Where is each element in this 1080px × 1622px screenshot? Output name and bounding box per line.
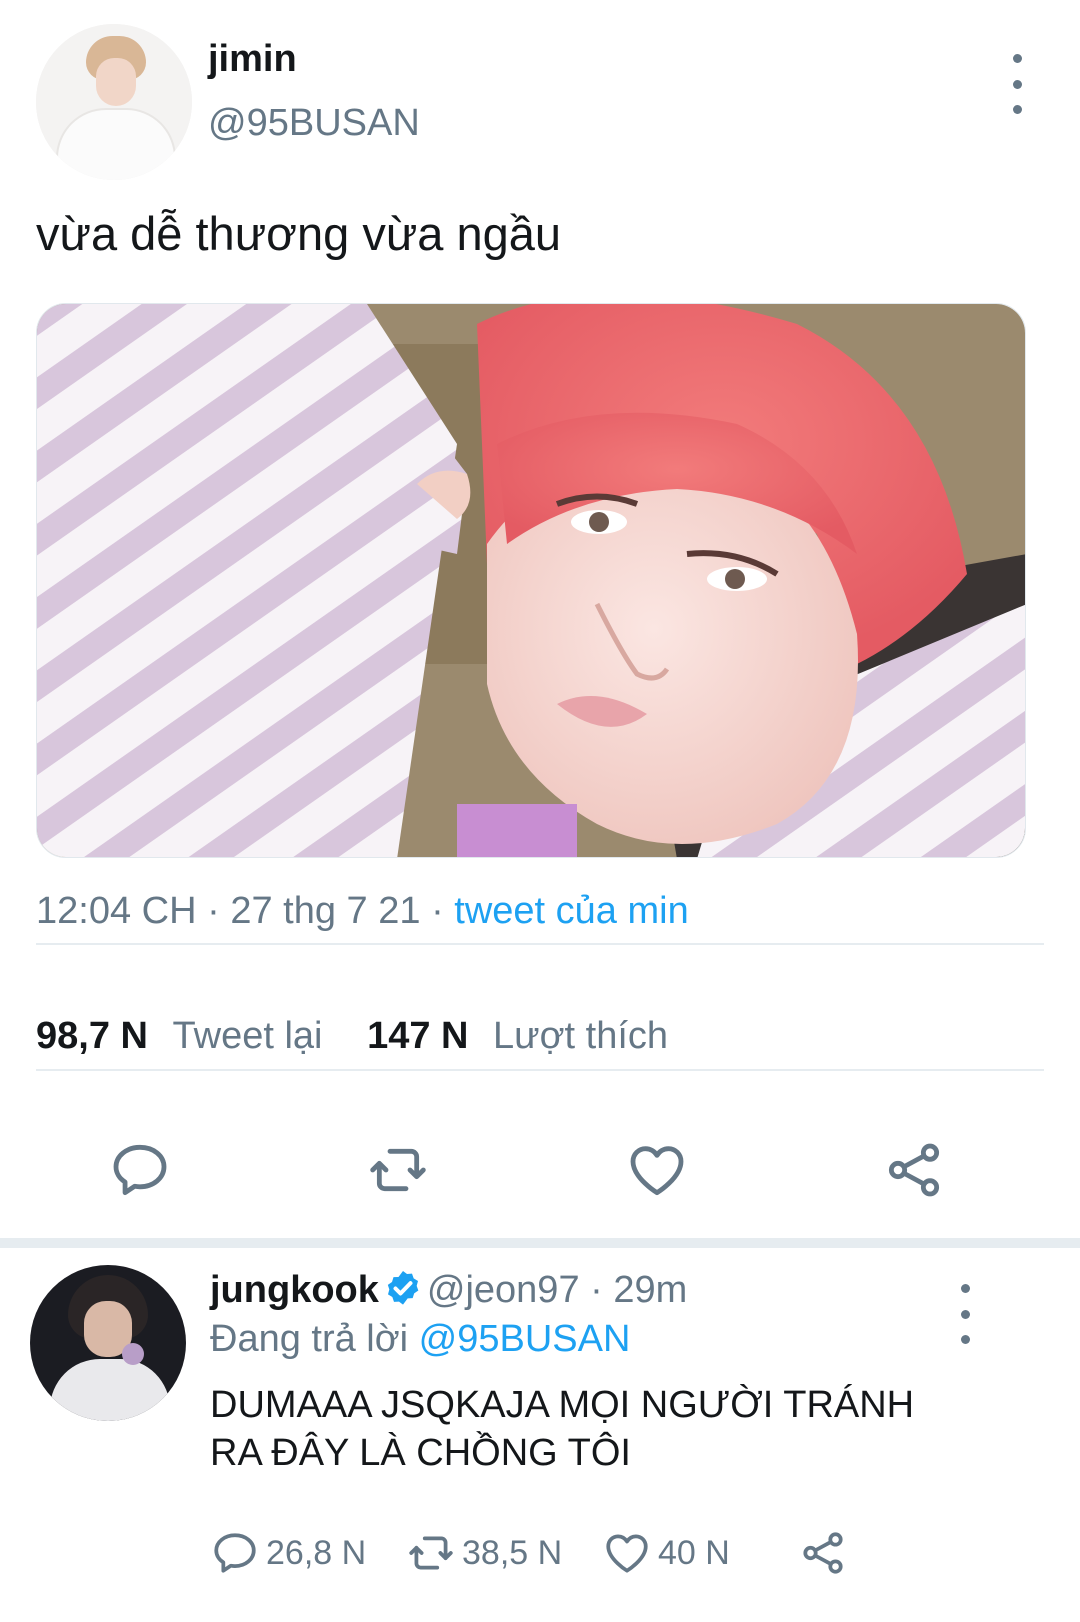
reply-header: jungkook @jeon97 · 29m — [210, 1268, 687, 1312]
section-separator — [0, 1238, 1080, 1248]
reply-text: DUMAAA JSQKAJA MỌI NGƯỜI TRÁNH RA ĐÂY LÀ… — [210, 1381, 990, 1477]
speech-bubble-icon — [214, 1533, 256, 1573]
heart-icon — [606, 1534, 648, 1573]
reply-author-handle[interactable]: @jeon97 — [427, 1269, 580, 1311]
tweet-timestamp: 12:04 CH · 27 thg 7 21 · tweet của min — [36, 890, 689, 933]
verified-badge-icon — [387, 1271, 419, 1305]
retweet-count: 38,5 N — [462, 1533, 563, 1572]
reply-action-share[interactable] — [798, 1528, 854, 1578]
tweet-source-link[interactable]: tweet của min — [454, 890, 688, 932]
like-label[interactable]: Lượt thích — [493, 1015, 668, 1057]
like-count: 40 N — [658, 1533, 730, 1572]
tweet-text: vừa dễ thương vừa ngầu — [36, 207, 562, 260]
retweet-count[interactable]: 98,7 N — [36, 1015, 148, 1057]
main-tweet: jimin @95BUSAN vừa dễ thương vừa ngầu 12… — [0, 0, 1080, 1248]
like-count[interactable]: 147 N — [367, 1015, 468, 1057]
replying-to-handle[interactable]: @95BUSAN — [419, 1318, 631, 1360]
retweet-arrows-icon[interactable] — [366, 1138, 430, 1202]
reply-count: 26,8 N — [266, 1533, 367, 1572]
heart-icon[interactable] — [625, 1138, 689, 1202]
reply-author-name[interactable]: jungkook — [210, 1269, 379, 1311]
more-options-icon[interactable] — [956, 1284, 974, 1344]
avatar[interactable] — [30, 1265, 186, 1421]
tweet-photo[interactable] — [36, 303, 1026, 858]
meta-separator: · — [431, 890, 455, 932]
replying-prefix: Đang trả lời — [210, 1318, 409, 1360]
tweet-action-bar — [0, 1138, 1080, 1218]
tweet-date: 27 thg 7 21 — [230, 890, 421, 932]
reply-time: 29m — [613, 1269, 688, 1311]
author-name[interactable]: jimin — [208, 38, 297, 81]
reply-action-reply[interactable]: 26,8 N — [210, 1528, 366, 1578]
divider — [36, 1069, 1044, 1071]
meta-separator: · — [207, 890, 231, 932]
author-handle[interactable]: @95BUSAN — [208, 102, 420, 145]
speech-bubble-icon[interactable] — [108, 1138, 172, 1202]
share-icon[interactable] — [882, 1138, 946, 1202]
reply-action-retweet[interactable]: 38,5 N — [406, 1528, 562, 1578]
reply-text-line: DUMAAA JSQKAJA MỌI NGƯỜI TRÁNH — [210, 1384, 915, 1426]
retweet-label[interactable]: Tweet lại — [173, 1015, 323, 1057]
avatar[interactable] — [36, 24, 192, 180]
retweet-arrows-icon — [409, 1536, 453, 1570]
share-icon — [803, 1532, 843, 1574]
reply-tweet[interactable]: jungkook @jeon97 · 29m Đang trả lời @95B… — [0, 1248, 1080, 1622]
reply-text-line: RA ĐÂY LÀ CHỒNG TÔI — [210, 1432, 631, 1474]
reply-action-like[interactable]: 40 N — [602, 1528, 730, 1578]
tweet-photo-art — [37, 304, 1025, 857]
more-options-icon[interactable] — [1008, 54, 1026, 114]
reply-action-bar: 26,8 N 38,5 N 40 N — [210, 1528, 910, 1578]
divider — [36, 943, 1044, 945]
replying-to: Đang trả lời @95BUSAN — [210, 1318, 630, 1361]
tweet-time: 12:04 CH — [36, 890, 197, 932]
meta-separator: · — [590, 1269, 614, 1311]
engagement-stats: 98,7 N Tweet lại 147 N Lượt thích — [36, 1015, 668, 1058]
